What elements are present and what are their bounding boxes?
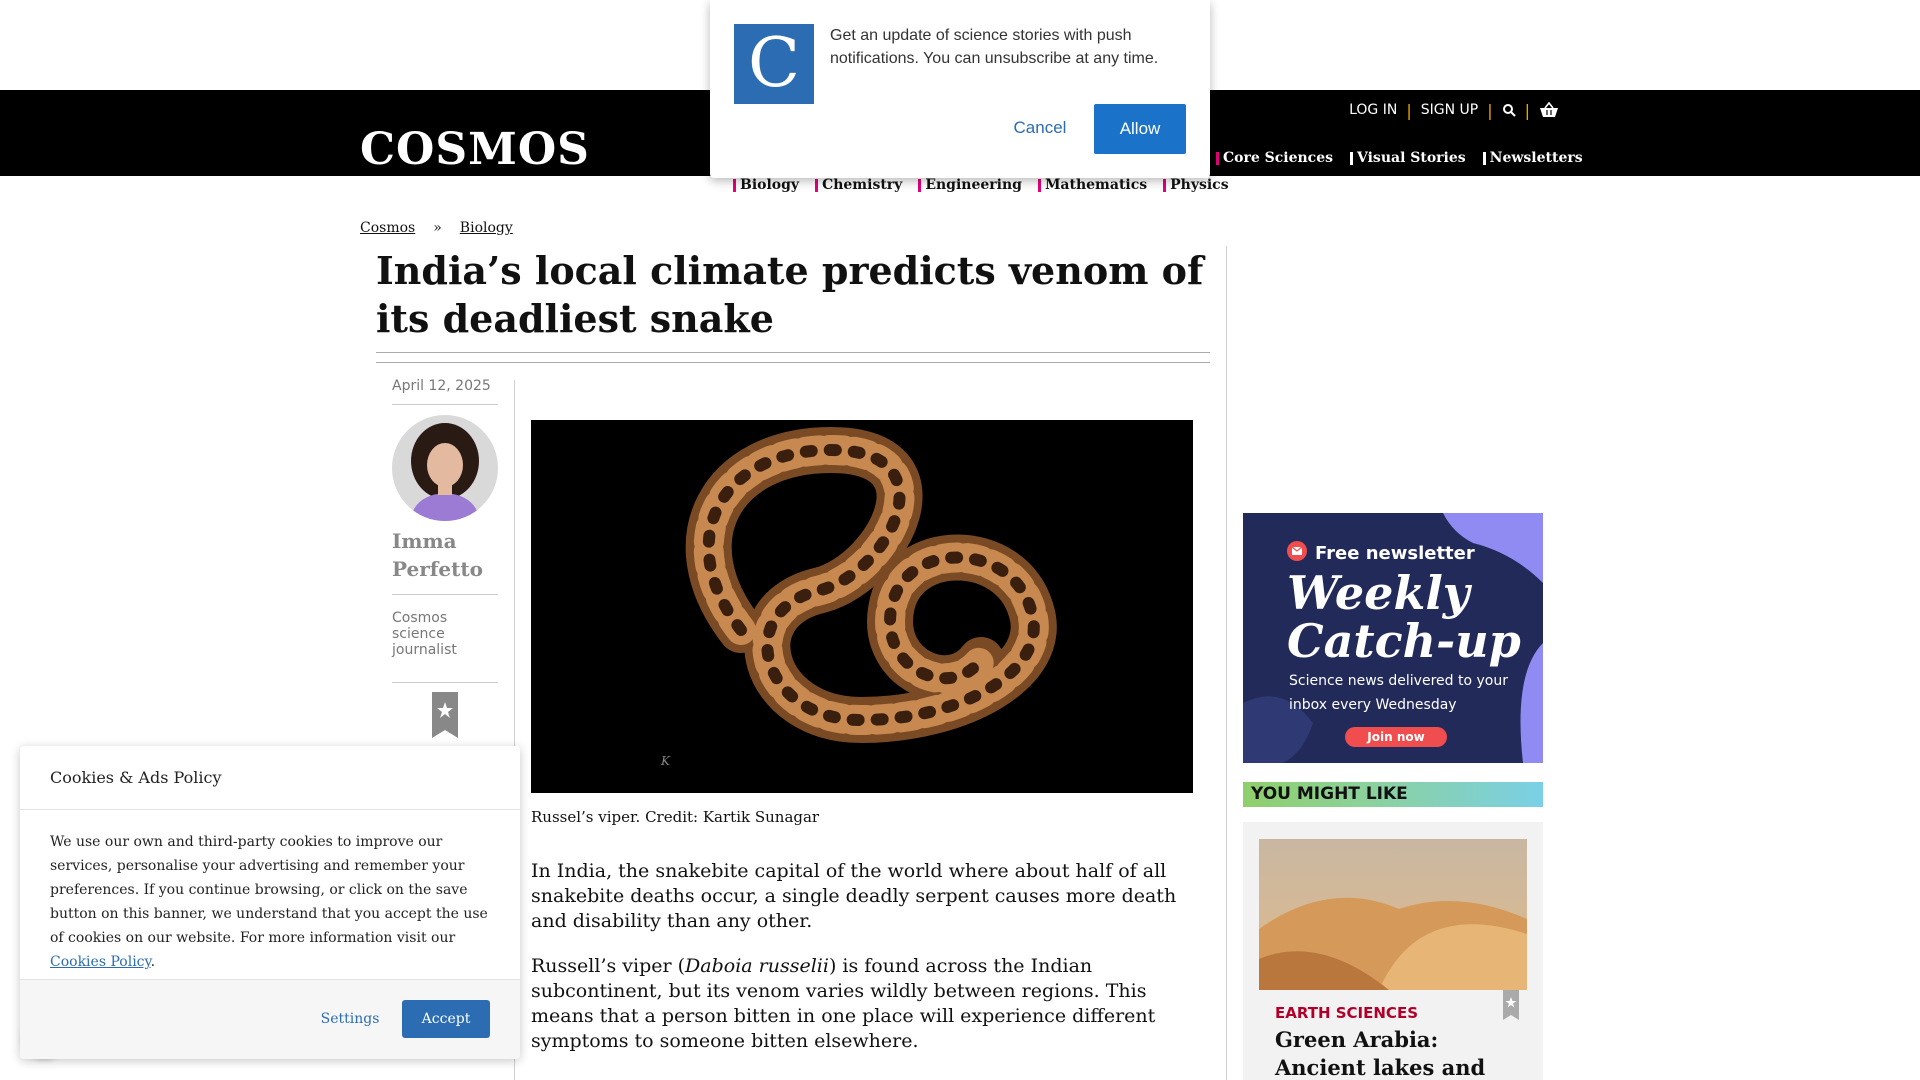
nav-accent-bar	[918, 178, 922, 192]
basket-icon[interactable]	[1539, 102, 1559, 118]
nav-accent-bar	[1163, 178, 1167, 192]
breadcrumb: Cosmos » Biology	[360, 220, 513, 236]
article-paragraph: Russell’s viper (Daboia russelii) is fou…	[531, 954, 1201, 1054]
you-might-like-header: YOU MIGHT LIKE	[1243, 782, 1543, 807]
section-heading: YOU MIGHT LIKE	[1251, 784, 1408, 804]
related-article-image[interactable]	[1259, 839, 1527, 990]
nav-accent-bar	[1216, 151, 1219, 165]
newsletter-badge: Free newsletter	[1287, 541, 1475, 566]
divider	[392, 404, 498, 405]
related-article-card[interactable]: EARTH SCIENCES Green Arabia: Ancient lak…	[1243, 822, 1543, 1080]
nav-label: Visual Stories	[1357, 150, 1466, 166]
column-divider	[1226, 246, 1227, 1080]
subnav-label: Physics	[1170, 177, 1229, 193]
subnav-item-chemistry[interactable]: Chemistry	[815, 177, 902, 193]
article-paragraph: In India, the snakebite capital of the w…	[531, 860, 1177, 932]
species-name: Daboia russelii	[685, 955, 829, 977]
push-message: Get an update of science stories with pu…	[830, 27, 1159, 67]
cookie-banner-header: Cookies & Ads Policy	[20, 746, 520, 810]
related-article-title[interactable]: Green Arabia: Ancient lakes and rivers	[1275, 1026, 1535, 1080]
cosmos-app-icon: C	[734, 24, 814, 104]
divider	[392, 682, 498, 683]
article-title: India’s local climate predicts venom of …	[376, 248, 1204, 341]
cookie-text: We use our own and third-party cookies t…	[50, 834, 488, 946]
divider	[392, 594, 498, 595]
main-nav: Core Sciences Visual Stories Newsletters	[1216, 150, 1583, 166]
subnav-label: Biology	[740, 177, 800, 193]
newsletter-title: Weekly Catch-up	[1287, 566, 1521, 668]
subnav-item-mathematics[interactable]: Mathematics	[1037, 177, 1148, 193]
nav-accent-bar	[815, 178, 819, 192]
image-caption: Russel’s viper. Credit: Kartik Sunagar	[531, 808, 820, 826]
nav-label: Core Sciences	[1223, 150, 1333, 166]
author-role: Cosmos science journalist	[392, 610, 457, 658]
divider: |	[1406, 100, 1412, 120]
divider: |	[1487, 100, 1493, 120]
join-now-button[interactable]: Join now	[1345, 727, 1447, 747]
publish-date: April 12, 2025	[392, 378, 491, 394]
nav-item-visual-stories[interactable]: Visual Stories	[1350, 150, 1466, 166]
cookie-banner-footer: Settings Accept	[20, 979, 520, 1059]
nav-accent-bar	[1037, 178, 1041, 192]
nav-accent-bar	[1350, 151, 1353, 165]
login-link[interactable]: LOG IN	[1349, 102, 1397, 118]
newsletter-badge-label: Free newsletter	[1315, 543, 1475, 564]
cookie-settings-button[interactable]: Settings	[308, 1000, 392, 1038]
push-cancel-button[interactable]: Cancel	[996, 104, 1084, 152]
newsletter-promo[interactable]: Free newsletter Weekly Catch-up Science …	[1243, 513, 1543, 763]
svg-text:K: K	[660, 754, 671, 768]
author-avatar[interactable]	[392, 415, 498, 521]
subnav-item-physics[interactable]: Physics	[1163, 177, 1229, 193]
sub-nav: Biology Chemistry Engineering Mathematic…	[733, 177, 1229, 193]
nav-label: Newsletters	[1489, 150, 1583, 166]
breadcrumb-separator: »	[433, 220, 442, 236]
push-notification-prompt: C Get an update of science stories with …	[710, 0, 1210, 178]
nav-item-core-sciences[interactable]: Core Sciences	[1216, 150, 1333, 166]
divider: |	[1524, 100, 1530, 120]
cookie-banner: Cookies & Ads Policy We use our own and …	[20, 746, 520, 1059]
paragraph-text: Russell’s viper (	[531, 955, 686, 977]
divider	[376, 362, 1210, 363]
bookmark-icon[interactable]	[1503, 990, 1519, 1020]
subnav-item-engineering[interactable]: Engineering	[918, 177, 1022, 193]
divider	[376, 352, 1210, 353]
cookie-banner-title: Cookies & Ads Policy	[50, 768, 222, 787]
subnav-item-biology[interactable]: Biology	[733, 177, 799, 193]
signup-link[interactable]: SIGN UP	[1421, 102, 1478, 118]
cosmos-logo[interactable]: COSMOS	[360, 122, 590, 178]
nav-accent-bar	[1482, 151, 1486, 165]
subnav-label: Engineering	[925, 177, 1022, 193]
breadcrumb-home[interactable]: Cosmos	[360, 220, 415, 236]
nav-accent-bar	[733, 178, 736, 192]
mail-icon	[1287, 541, 1307, 566]
auth-links: LOG IN | SIGN UP | |	[1349, 98, 1559, 122]
cookie-accept-button[interactable]: Accept	[402, 1000, 490, 1038]
push-allow-button[interactable]: Allow	[1094, 104, 1186, 154]
subnav-label: Chemistry	[822, 177, 903, 193]
bookmark-icon[interactable]	[432, 692, 458, 738]
newsletter-subtitle: Science news delivered to your inbox eve…	[1289, 673, 1508, 713]
cookies-policy-link[interactable]: Cookies Policy	[50, 954, 151, 970]
article-hero-image: K	[531, 420, 1193, 793]
breadcrumb-section[interactable]: Biology	[460, 220, 513, 236]
related-article-category[interactable]: EARTH SCIENCES	[1275, 1004, 1418, 1022]
search-icon[interactable]	[1502, 103, 1516, 117]
subnav-label: Mathematics	[1044, 177, 1148, 193]
nav-item-newsletters[interactable]: Newsletters	[1482, 150, 1583, 166]
author-name[interactable]: Imma Perfetto	[392, 527, 502, 583]
cookie-banner-body: We use our own and third-party cookies t…	[50, 834, 488, 970]
